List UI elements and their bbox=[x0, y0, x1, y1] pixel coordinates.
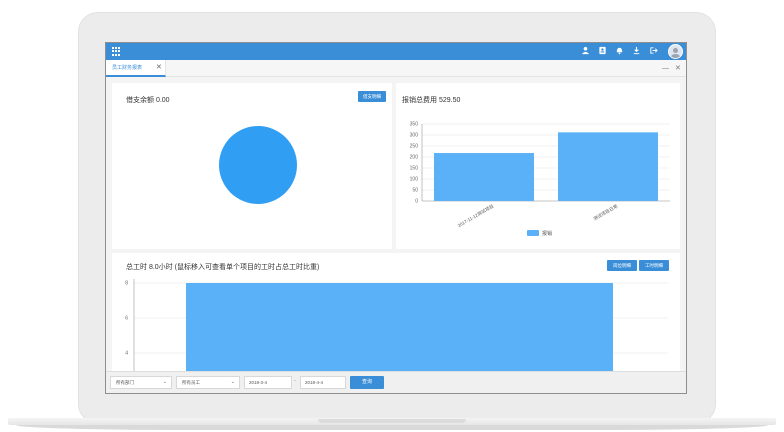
laptop-notch bbox=[318, 419, 466, 423]
department-select[interactable]: 所有部门 ⌄ bbox=[110, 376, 172, 389]
laptop-base bbox=[0, 418, 784, 432]
start-date-input[interactable]: 2018-3-4 bbox=[244, 376, 292, 389]
y-tick-label: 300 bbox=[410, 133, 419, 139]
x-tick-label: 2017-11-12测试项目 bbox=[456, 203, 495, 229]
employee-select[interactable]: 所有员工 ⌄ bbox=[176, 376, 240, 389]
loan-detail-button[interactable]: 借支明细 bbox=[358, 91, 386, 102]
y-tick-label: 0 bbox=[415, 199, 418, 205]
y-tick-label: 100 bbox=[410, 177, 419, 183]
bar-1 bbox=[558, 132, 658, 201]
y-tick-label: 4 bbox=[125, 351, 128, 357]
tab-bar: 员工财务报表 ✕ — ✕ bbox=[106, 60, 686, 77]
tab-close-icon[interactable]: ✕ bbox=[156, 63, 162, 72]
app-screen: 员工财务报表 ✕ — ✕ 借支余额 0.00 借支明细 报销总费用 529.50… bbox=[105, 42, 687, 394]
laptop-mockup: 员工财务报表 ✕ — ✕ 借支余额 0.00 借支明细 报销总费用 529.50… bbox=[0, 0, 784, 432]
y-tick-label: 150 bbox=[410, 166, 419, 172]
y-tick-label: 6 bbox=[125, 316, 128, 322]
loan-balance-title: 借支余额 0.00 bbox=[126, 97, 170, 104]
department-value: 所有部门 bbox=[116, 380, 134, 385]
download-icon[interactable] bbox=[631, 46, 642, 57]
filter-bar: 所有部门 ⌄ 所有员工 ⌄ 2018-3-4 - 2018-4-4 查询 bbox=[106, 371, 686, 393]
y-tick-label: 350 bbox=[410, 122, 419, 128]
avatar[interactable] bbox=[668, 44, 683, 59]
y-tick-label: 8 bbox=[125, 281, 128, 287]
user-icon[interactable] bbox=[580, 46, 591, 57]
report-content: 借支余额 0.00 借支明细 报销总费用 529.50 0 50 100 150 200… bbox=[106, 77, 686, 371]
x-tick-label: 测试项目日常 bbox=[592, 202, 619, 222]
employee-value: 所有员工 bbox=[182, 380, 200, 385]
window-close-icon[interactable]: ✕ bbox=[675, 64, 681, 73]
y-tick-label: 200 bbox=[410, 155, 419, 161]
work-hours-bar-chart: 4 6 8 bbox=[125, 279, 668, 371]
bar-0 bbox=[434, 153, 534, 201]
end-date-input[interactable]: 2018-4-4 bbox=[300, 376, 346, 389]
date-separator: - bbox=[294, 378, 296, 384]
tab-label: 员工财务报表 bbox=[112, 65, 143, 71]
expense-total-panel: 报销总费用 529.50 0 50 100 150 200 250 300 350 2017-1… bbox=[396, 83, 680, 249]
top-bar bbox=[106, 43, 686, 60]
minimize-icon[interactable]: — bbox=[662, 64, 669, 73]
y-tick-label: 250 bbox=[410, 144, 419, 150]
loan-pie-chart[interactable] bbox=[219, 126, 297, 204]
contacts-icon[interactable] bbox=[597, 46, 608, 57]
chevron-down-icon: ⌄ bbox=[162, 379, 167, 385]
tab-employee-finance-report[interactable]: 员工财务报表 ✕ bbox=[106, 60, 166, 77]
y-tick-label: 50 bbox=[412, 188, 418, 194]
expense-bar-chart: 0 50 100 150 200 250 300 350 2017-11-12测试项目 测试项目日… bbox=[410, 122, 670, 237]
loan-balance-panel: 借支余额 0.00 借支明细 bbox=[112, 83, 392, 249]
legend-swatch bbox=[527, 230, 539, 236]
bar-0 bbox=[186, 283, 613, 371]
chevron-down-icon: ⌄ bbox=[230, 379, 235, 385]
apps-grid-icon[interactable] bbox=[112, 47, 121, 56]
logout-icon[interactable] bbox=[648, 46, 659, 57]
bell-icon[interactable] bbox=[614, 46, 625, 57]
query-button[interactable]: 查询 bbox=[350, 376, 384, 389]
legend-label: 报销 bbox=[542, 230, 552, 237]
work-hours-panel: 总工时 8.0小时 (鼠标移入可查看单个项目的工时占总工时比重) 岗位明细 工时… bbox=[112, 253, 680, 371]
